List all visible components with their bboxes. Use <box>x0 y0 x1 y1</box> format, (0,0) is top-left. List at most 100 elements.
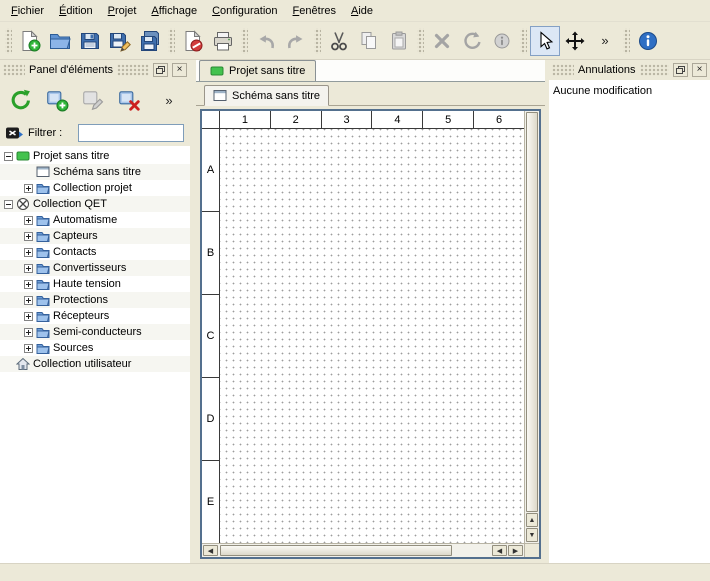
tree-item-contacts[interactable]: Contacts <box>0 244 190 260</box>
redo-button[interactable] <box>281 26 311 56</box>
expand-icon[interactable] <box>24 328 33 337</box>
toolbar-grip[interactable] <box>520 28 527 54</box>
expand-icon[interactable] <box>24 264 33 273</box>
undo-dock-titlebar[interactable]: Annulations × <box>549 60 710 80</box>
undo-history-list[interactable]: Aucune modification <box>549 80 710 563</box>
save-button[interactable] <box>75 26 105 56</box>
undo-button[interactable] <box>251 26 281 56</box>
tree-item-collection-projet[interactable]: Collection projet <box>0 180 190 196</box>
reload-collections-button[interactable] <box>6 85 36 115</box>
expand-icon[interactable] <box>24 232 33 241</box>
tree-item-collection-utilisateur[interactable]: Collection utilisateur <box>0 356 190 372</box>
scroll-left-button-2[interactable]: ◀ <box>492 545 507 556</box>
row-header: E <box>202 461 219 543</box>
tree-item-protections[interactable]: Protections <box>0 292 190 308</box>
close-undo-dock-button[interactable]: × <box>692 63 707 77</box>
tab-projet-sans-titre[interactable]: Projet sans titre <box>199 60 316 81</box>
scroll-right-button[interactable]: ▶ <box>508 545 523 556</box>
folder-icon <box>36 261 50 275</box>
print-button[interactable] <box>208 26 238 56</box>
tree-item-haute-tension[interactable]: Haute tension <box>0 276 190 292</box>
element-info-button[interactable] <box>487 26 517 56</box>
float-panel-button[interactable] <box>153 63 168 77</box>
tree-item-semi-conducteurs[interactable]: Semi-conducteurs <box>0 324 190 340</box>
cursor-icon <box>534 30 556 52</box>
save-as-button[interactable] <box>105 26 135 56</box>
toolbar-grip[interactable] <box>623 28 630 54</box>
toolbar-grip[interactable] <box>5 28 12 54</box>
qelectrotech-window: Fichier Édition Projet Affichage Configu… <box>0 0 710 581</box>
pan-mode-button[interactable] <box>560 26 590 56</box>
tree-item-capteurs[interactable]: Capteurs <box>0 228 190 244</box>
menu-configuration[interactable]: Configuration <box>205 2 284 20</box>
tree-item-automatisme[interactable]: Automatisme <box>0 212 190 228</box>
elements-panel-titlebar[interactable]: Panel d'éléments × <box>0 60 190 80</box>
toolbar-grip[interactable] <box>314 28 321 54</box>
scroll-up-button[interactable]: ▲ <box>526 513 538 527</box>
expand-icon[interactable] <box>24 248 33 257</box>
close-file-button[interactable] <box>178 26 208 56</box>
expand-icon[interactable] <box>24 296 33 305</box>
tree-item-convertisseurs[interactable]: Convertisseurs <box>0 260 190 276</box>
collapse-icon[interactable] <box>4 200 13 209</box>
menu-edition[interactable]: Édition <box>52 2 100 20</box>
expand-icon[interactable] <box>24 280 33 289</box>
filter-label: Filtrer : <box>28 127 62 139</box>
toolbar-grip[interactable] <box>168 28 175 54</box>
expand-icon[interactable] <box>24 216 33 225</box>
rotate-button[interactable] <box>457 26 487 56</box>
toolbar-grip[interactable] <box>417 28 424 54</box>
toolbar-overflow-button[interactable]: » <box>590 26 620 56</box>
panel-overflow-button[interactable]: » <box>154 85 184 115</box>
folder-icon <box>36 181 50 195</box>
scroll-down-button[interactable]: ▼ <box>526 528 538 542</box>
vertical-scrollbar-thumb[interactable] <box>526 112 538 512</box>
expand-icon[interactable] <box>24 312 33 321</box>
horizontal-scrollbar-thumb[interactable] <box>220 545 452 556</box>
tree-item-schema[interactable]: Schéma sans titre <box>0 164 190 180</box>
collapse-icon[interactable] <box>4 152 13 161</box>
folder-icon <box>36 229 50 243</box>
schema-canvas[interactable] <box>220 129 524 543</box>
cut-button[interactable] <box>324 26 354 56</box>
tree-item-sources[interactable]: Sources <box>0 340 190 356</box>
edit-element-button[interactable] <box>78 85 108 115</box>
new-file-button[interactable] <box>15 26 45 56</box>
schema-view[interactable]: 1 2 3 4 5 6 A B C D <box>200 109 541 559</box>
tab-schema-sans-titre[interactable]: Schéma sans titre <box>204 85 329 106</box>
menu-fenetres[interactable]: Fenêtres <box>286 2 343 20</box>
horizontal-scrollbar-track[interactable] <box>453 544 492 557</box>
copy-button[interactable] <box>354 26 384 56</box>
menu-affichage[interactable]: Affichage <box>144 2 204 20</box>
tree-item-project[interactable]: Projet sans titre <box>0 148 190 164</box>
tree-item-collection-qet[interactable]: Collection QET <box>0 196 190 212</box>
float-undo-dock-button[interactable] <box>673 63 688 77</box>
menu-projet[interactable]: Projet <box>101 2 144 20</box>
reload-icon <box>9 88 33 112</box>
dock-grip[interactable] <box>117 64 149 76</box>
filter-clear-icon[interactable] <box>4 123 24 143</box>
delete-element-button[interactable] <box>114 85 144 115</box>
delete-button[interactable] <box>427 26 457 56</box>
close-panel-button[interactable]: × <box>172 63 187 77</box>
expand-icon[interactable] <box>24 344 33 353</box>
open-file-button[interactable] <box>45 26 75 56</box>
horizontal-scrollbar[interactable]: ◀ ◀ ▶ <box>202 543 524 557</box>
row-header: D <box>202 378 219 461</box>
tree-item-recepteurs[interactable]: Récepteurs <box>0 308 190 324</box>
new-element-button[interactable] <box>42 85 72 115</box>
dock-grip[interactable] <box>552 64 574 76</box>
select-mode-button[interactable] <box>530 26 560 56</box>
menu-fichier[interactable]: Fichier <box>4 2 51 20</box>
menu-aide[interactable]: Aide <box>344 2 380 20</box>
save-all-button[interactable] <box>135 26 165 56</box>
expand-icon[interactable] <box>24 184 33 193</box>
scroll-left-button[interactable]: ◀ <box>203 545 218 556</box>
filter-input[interactable] <box>78 124 184 142</box>
dock-grip[interactable] <box>3 64 25 76</box>
dock-grip[interactable] <box>640 64 670 76</box>
vertical-scrollbar[interactable]: ▲ ▼ <box>524 111 539 543</box>
toolbar-grip[interactable] <box>241 28 248 54</box>
about-button[interactable] <box>633 26 663 56</box>
paste-button[interactable] <box>384 26 414 56</box>
